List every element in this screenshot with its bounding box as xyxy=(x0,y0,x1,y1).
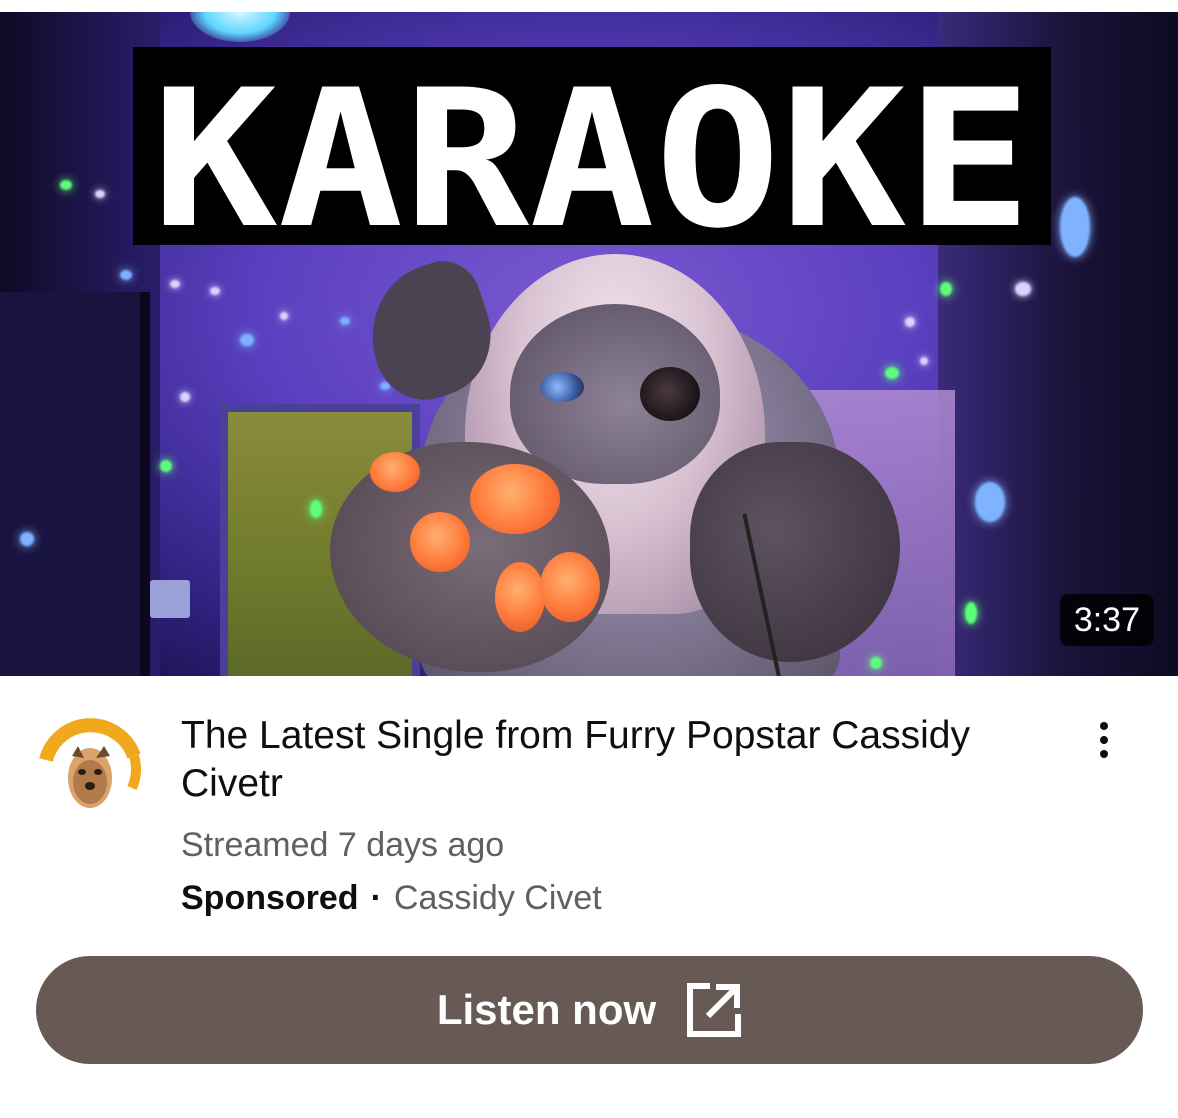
banner-text: KARAOKE xyxy=(152,49,1032,245)
paw-pad xyxy=(410,512,470,572)
paw-pad xyxy=(370,452,420,492)
light-dot xyxy=(170,280,180,288)
light-dot xyxy=(180,392,190,402)
avatar-logo-icon xyxy=(38,718,142,822)
karaoke-banner: KARAOKE xyxy=(133,47,1051,245)
video-thumbnail[interactable]: KARAOKE 3:37 xyxy=(0,12,1178,676)
video-duration-badge: 3:37 xyxy=(1059,594,1154,646)
light-dot xyxy=(60,180,72,190)
character-eye xyxy=(540,372,584,402)
light-dot xyxy=(1060,197,1090,257)
more-dot-icon xyxy=(1100,736,1108,744)
more-options-button[interactable] xyxy=(1080,716,1128,764)
light-dot xyxy=(1015,282,1031,296)
light-dot xyxy=(240,334,254,346)
light-dot xyxy=(885,367,899,379)
more-dot-icon xyxy=(1100,722,1108,730)
channel-avatar[interactable] xyxy=(36,716,144,824)
more-dot-icon xyxy=(1100,750,1108,758)
light-dot xyxy=(95,190,105,198)
sponsored-badge: Sponsored xyxy=(181,879,359,917)
character-nose xyxy=(640,367,700,421)
external-link-icon xyxy=(687,983,742,1037)
light-dot xyxy=(340,317,350,325)
channel-name[interactable]: Cassidy Civet xyxy=(394,879,602,917)
light-dot xyxy=(905,317,915,327)
light-dot xyxy=(975,482,1005,522)
paw-pad xyxy=(540,552,600,622)
light-switch xyxy=(150,580,190,618)
light-dot xyxy=(310,500,322,518)
light-dot xyxy=(870,657,882,669)
video-title[interactable]: The Latest Single from Furry Popstar Cas… xyxy=(181,712,1041,808)
background-door xyxy=(0,292,150,676)
paw-pad xyxy=(495,562,545,632)
light-dot xyxy=(20,532,34,546)
light-dot xyxy=(965,602,977,624)
light-dot xyxy=(920,357,928,365)
paw-pad xyxy=(470,464,560,534)
disco-light xyxy=(190,12,290,42)
ad-info-row: Sponsored · Cassidy Civet xyxy=(181,877,602,919)
light-dot xyxy=(160,460,172,472)
listen-now-button[interactable]: Listen now xyxy=(36,956,1143,1064)
light-dot xyxy=(940,282,952,296)
video-meta: Streamed 7 days ago xyxy=(181,826,505,864)
light-dot xyxy=(280,312,288,320)
light-dot xyxy=(210,287,220,295)
light-dot xyxy=(120,270,132,280)
listen-now-label: Listen now xyxy=(436,986,657,1033)
separator-dot: · xyxy=(370,879,382,917)
